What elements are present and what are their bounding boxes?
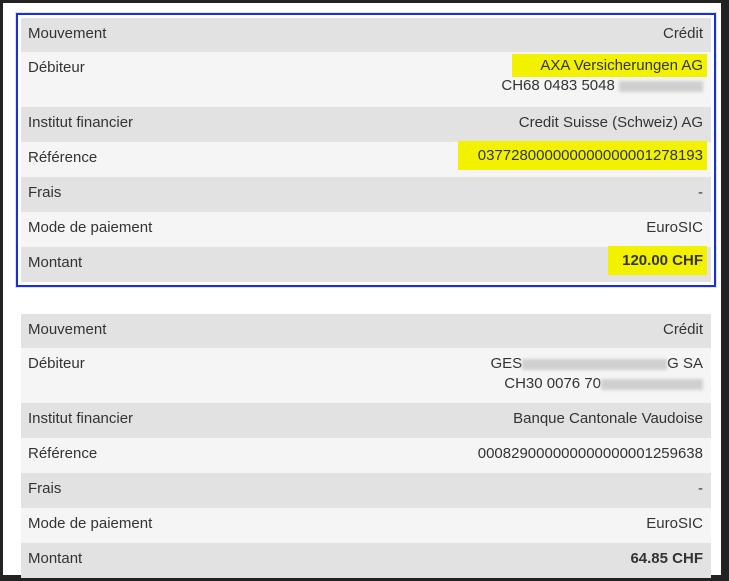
debiteur-name-prefix: GES: [490, 355, 523, 372]
row-frais: Frais -: [21, 473, 711, 508]
transaction-card[interactable]: Mouvement Crédit Débiteur GES G SA CH30 0…: [21, 314, 711, 578]
institut-value: Banque Cantonale Vaudoise: [513, 410, 703, 427]
row-reference: Référence 000829000000000000001259638: [21, 438, 711, 473]
mouvement-value: Crédit: [662, 25, 703, 42]
row-mouvement: Mouvement Crédit: [21, 314, 711, 348]
frais-value: -: [698, 480, 703, 497]
debiteur-name-suffix: G SA: [667, 355, 703, 372]
institut-label: Institut financier: [28, 410, 134, 427]
row-mode-paiement: Mode de paiement EuroSIC: [21, 508, 711, 543]
frais-value: -: [698, 184, 703, 201]
redacted-iban-blur: [619, 80, 703, 92]
redacted-iban-blur: [601, 378, 703, 390]
montant-highlighted: 120.00 CHF: [608, 246, 707, 275]
frais-label: Frais: [28, 184, 62, 201]
debiteur-iban: CH68 0483 5048: [501, 77, 615, 94]
mouvement-value: Crédit: [662, 321, 703, 338]
debiteur-name-highlighted: AXA Versicherungen AG: [512, 54, 707, 77]
mouvement-label: Mouvement: [28, 25, 107, 42]
row-reference: Référence 037728000000000000001278193: [21, 141, 711, 177]
institut-label: Institut financier: [28, 114, 134, 131]
row-debiteur: Débiteur GES G SA CH30 0076 70: [21, 348, 711, 403]
mode-value: EuroSIC: [646, 515, 703, 532]
montant-value: 64.85 CHF: [630, 550, 703, 567]
reference-highlighted: 037728000000000000001278193: [457, 141, 707, 170]
row-debiteur: Débiteur AXA Versicherungen AG CH68 0483…: [21, 52, 711, 107]
montant-label: Montant: [28, 254, 83, 271]
transaction-card-selected[interactable]: Mouvement Crédit Débiteur AXA Versicheru…: [16, 13, 716, 287]
reference-value: 037728000000000000001278193: [457, 141, 707, 170]
reference-value: 000829000000000000001259638: [477, 445, 703, 462]
institut-value: Credit Suisse (Schweiz) AG: [518, 114, 703, 131]
mode-label: Mode de paiement: [28, 219, 153, 236]
row-institut: Institut financier Banque Cantonale Vaud…: [21, 403, 711, 438]
row-mode-paiement: Mode de paiement EuroSIC: [21, 212, 711, 247]
montant-value: 120.00 CHF: [608, 246, 707, 275]
mode-label: Mode de paiement: [28, 515, 153, 532]
row-institut: Institut financier Credit Suisse (Schwei…: [21, 107, 711, 142]
reference-label: Référence: [28, 149, 98, 166]
row-mouvement: Mouvement Crédit: [21, 18, 711, 52]
debiteur-label: Débiteur: [28, 59, 85, 76]
debiteur-value: GES G SA CH30 0076 70: [490, 348, 703, 393]
frais-label: Frais: [28, 480, 62, 497]
montant-label: Montant: [28, 550, 83, 567]
debiteur-value: AXA Versicherungen AG CH68 0483 5048: [501, 52, 707, 95]
reference-label: Référence: [28, 445, 98, 462]
row-frais: Frais -: [21, 177, 711, 212]
row-montant: Montant 120.00 CHF: [21, 246, 711, 282]
debiteur-label: Débiteur: [28, 355, 85, 372]
redacted-name-blur: [522, 358, 668, 370]
row-montant: Montant 64.85 CHF: [21, 543, 711, 578]
mode-value: EuroSIC: [646, 219, 703, 236]
debiteur-iban: CH30 0076 70: [504, 375, 601, 392]
mouvement-label: Mouvement: [28, 321, 107, 338]
window-frame: Mouvement Crédit Débiteur AXA Versicheru…: [0, 0, 729, 581]
